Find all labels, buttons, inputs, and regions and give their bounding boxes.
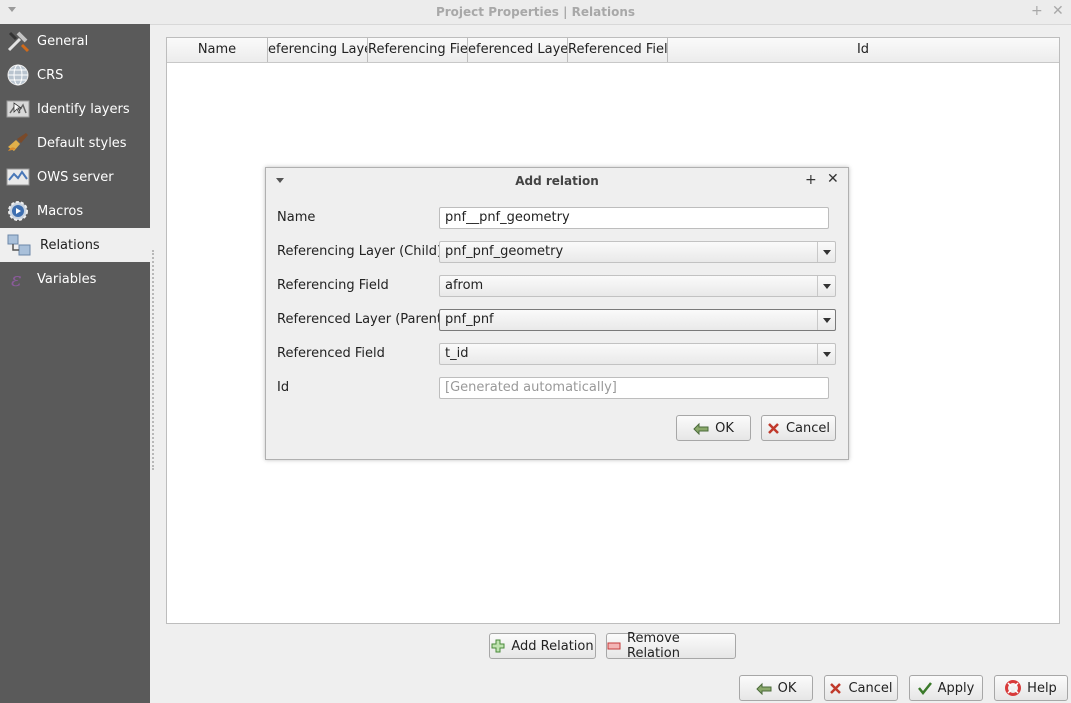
dialog-close-icon[interactable]: ✕ [827, 171, 839, 187]
sidebar-item-ows-server[interactable]: OWS server [0, 160, 150, 194]
tools-icon [5, 29, 31, 53]
cancel-button[interactable]: Cancel [824, 675, 898, 701]
brush-icon [5, 131, 31, 155]
chevron-down-icon[interactable] [817, 276, 835, 296]
sidebar-item-crs[interactable]: CRS [0, 58, 150, 92]
add-relation-button[interactable]: Add Relation [489, 633, 596, 659]
referenced-field-combo[interactable]: t_id [439, 343, 836, 365]
sidebar-item-identify-layers[interactable]: Identify layers [0, 92, 150, 126]
chevron-down-icon[interactable] [817, 344, 835, 364]
add-relation-dialog: Add relation + ✕ Name pnf__pnf_geometry … [265, 167, 849, 460]
chevron-down-icon[interactable] [817, 242, 835, 262]
lifebuoy-icon [1005, 680, 1022, 696]
name-label: Name [277, 210, 316, 225]
dialog-titlebar: Add relation + ✕ [266, 168, 848, 194]
window-titlebar: Project Properties | Relations + ✕ [0, 0, 1071, 25]
identify-icon [5, 97, 31, 121]
sidebar-item-label: OWS server [37, 169, 114, 185]
column-header-referencing-layer[interactable]: eferencing Laye [268, 38, 368, 62]
referencing-field-label: Referencing Field [277, 278, 389, 293]
referenced-layer-label: Referenced Layer (Parent) [277, 312, 447, 327]
referenced-layer-combo[interactable]: pnf_pnf [439, 309, 836, 331]
sidebar-item-label: Variables [37, 271, 97, 287]
globe-icon [5, 63, 31, 87]
sidebar: General CRS Identify layers Default styl… [0, 24, 150, 703]
referenced-field-label: Referenced Field [277, 346, 385, 361]
sidebar-item-variables[interactable]: ε Variables [0, 262, 150, 296]
referencing-layer-combo[interactable]: pnf_pnf_geometry [439, 241, 836, 263]
cancel-icon [767, 422, 780, 435]
dialog-title: Add relation [515, 174, 599, 188]
sidebar-item-general[interactable]: General [0, 24, 150, 58]
map-server-icon [5, 165, 31, 189]
ok-button[interactable]: OK [739, 675, 813, 701]
id-label: Id [277, 380, 290, 395]
sidebar-item-label: Relations [40, 237, 100, 253]
plus-icon [491, 639, 505, 653]
gear-play-icon [5, 199, 31, 223]
relations-icon [6, 233, 32, 257]
column-header-referenced-layer[interactable]: eferenced Laye [468, 38, 568, 62]
sidebar-item-default-styles[interactable]: Default styles [0, 126, 150, 160]
epsilon-icon: ε [5, 267, 31, 291]
minus-icon [607, 641, 621, 651]
checkmark-icon [917, 681, 932, 695]
referencing-field-combo[interactable]: afrom [439, 275, 836, 297]
table-header: Name eferencing Laye Referencing Field e… [167, 38, 1059, 63]
column-header-referenced-field[interactable]: Referenced Field [568, 38, 668, 62]
sidebar-item-label: Identify layers [37, 101, 130, 117]
column-header-id[interactable]: Id [668, 38, 1058, 62]
splitter-handle[interactable] [152, 250, 156, 470]
svg-text:ε: ε [11, 267, 22, 291]
dialog-pin-icon[interactable]: + [805, 172, 817, 188]
column-header-name[interactable]: Name [167, 38, 268, 62]
name-input[interactable]: pnf__pnf_geometry [439, 207, 829, 229]
id-input[interactable]: [Generated automatically] [439, 377, 829, 399]
dialog-cancel-button[interactable]: Cancel [761, 415, 836, 441]
sidebar-item-label: Default styles [37, 135, 127, 151]
ok-icon [693, 421, 709, 435]
pin-icon[interactable]: + [1031, 3, 1043, 19]
sidebar-item-label: Macros [37, 203, 84, 219]
sidebar-item-label: CRS [37, 67, 64, 83]
dialog-ok-button[interactable]: OK [676, 415, 751, 441]
column-header-referencing-field[interactable]: Referencing Field [368, 38, 468, 62]
window-title: Project Properties | Relations [435, 5, 636, 19]
apply-button[interactable]: Apply [909, 675, 983, 701]
close-icon[interactable]: ✕ [1052, 3, 1064, 19]
sidebar-item-macros[interactable]: Macros [0, 194, 150, 228]
chevron-down-icon[interactable] [817, 310, 835, 330]
cancel-icon [829, 682, 842, 695]
ok-icon [755, 681, 772, 695]
sidebar-item-relations[interactable]: Relations [0, 228, 150, 262]
sidebar-item-label: General [37, 33, 89, 49]
help-button[interactable]: Help [994, 675, 1068, 701]
remove-relation-button[interactable]: Remove Relation [606, 631, 736, 661]
referencing-layer-label: Referencing Layer (Child) [277, 244, 443, 259]
